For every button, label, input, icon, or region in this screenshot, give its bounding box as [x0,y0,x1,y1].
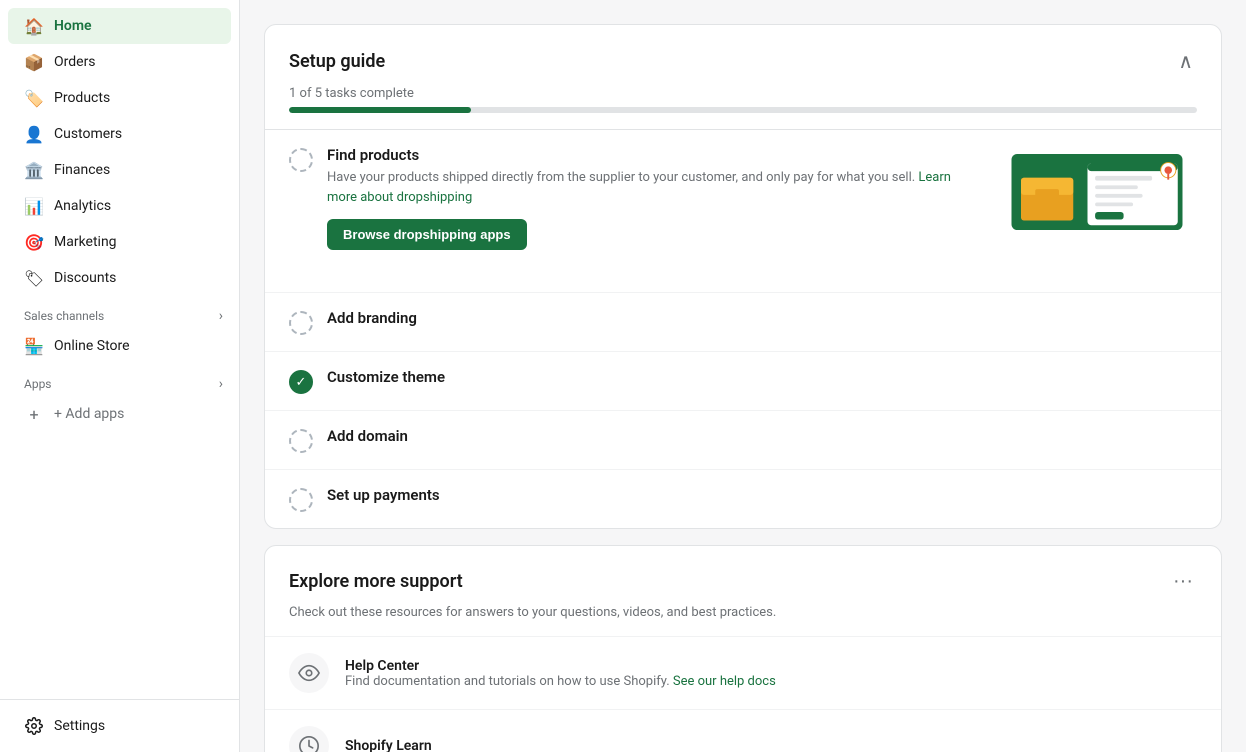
sidebar-item-label-marketing: Marketing [54,234,117,250]
add-apps-button[interactable]: + + Add apps [8,396,231,432]
task-circle-customize-theme: ✓ [289,370,313,394]
sales-channels-section: Sales channels › [0,296,239,328]
sidebar-item-finances[interactable]: 🏛️ Finances [8,152,231,188]
help-center-title: Help Center [345,658,776,674]
products-icon: 🏷️ [24,88,44,108]
sales-channels-label: Sales channels [24,309,104,323]
progress-bar-background [289,107,1197,113]
analytics-icon: 📊 [24,196,44,216]
apps-section: Apps › [0,364,239,396]
sidebar-item-home[interactable]: 🏠 Home [8,8,231,44]
task-title-add-branding: Add branding [327,309,1197,327]
sidebar: 🏠 Home 📦 Orders 🏷️ Products 👤 Customers … [0,0,240,752]
task-illustration-find-products [997,146,1197,276]
sidebar-item-label-analytics: Analytics [54,198,111,214]
sidebar-item-analytics[interactable]: 📊 Analytics [8,188,231,224]
task-item-find-products[interactable]: Find products Have your products shipped… [265,130,1221,293]
support-item-help-content: Help Center Find documentation and tutor… [345,658,776,689]
task-item-set-up-payments[interactable]: Set up payments [265,470,1221,528]
setup-guide-title: Setup guide [289,51,385,72]
setup-guide-header: Setup guide ∧ [265,25,1221,78]
task-item-customize-theme[interactable]: ✓ Customize theme [265,352,1221,411]
shopify-learn-icon [289,726,329,752]
task-content-set-up-payments: Set up payments [327,486,1197,508]
task-circle-add-domain [289,429,313,453]
sidebar-item-label-home: Home [54,18,92,34]
sidebar-item-label-orders: Orders [54,54,96,70]
apps-chevron: › [219,376,223,392]
explore-support-more-button[interactable]: ··· [1169,566,1197,597]
sidebar-item-online-store[interactable]: 🏪 Online Store [8,328,231,364]
online-store-icon: 🏪 [24,336,44,356]
finances-icon: 🏛️ [24,160,44,180]
shopify-learn-title: Shopify Learn [345,738,432,752]
sidebar-item-label-products: Products [54,90,110,106]
marketing-icon: 🎯 [24,232,44,252]
home-icon: 🏠 [24,16,44,36]
orders-icon: 📦 [24,52,44,72]
support-item-shopify-learn-content: Shopify Learn [345,738,432,752]
task-title-set-up-payments: Set up payments [327,486,1197,504]
sidebar-bottom: Settings [0,699,239,744]
add-apps-label: + Add apps [54,406,124,422]
task-circle-find-products [289,148,313,172]
settings-label: Settings [54,718,105,734]
task-title-customize-theme: Customize theme [327,368,1197,386]
task-title-add-domain: Add domain [327,427,1197,445]
settings-nav-item[interactable]: Settings [8,708,231,744]
explore-support-card: Explore more support ··· Check out these… [264,545,1222,752]
sidebar-item-orders[interactable]: 📦 Orders [8,44,231,80]
sidebar-item-discounts[interactable]: 🏷 Discounts [8,260,231,296]
task-desc-find-products: Have your products shipped directly from… [327,168,983,207]
apps-label: Apps [24,377,52,391]
sales-channels-chevron: › [219,308,223,324]
task-circle-set-up-payments [289,488,313,512]
discounts-icon: 🏷 [24,268,44,288]
progress-bar-fill [289,107,471,113]
progress-section: 1 of 5 tasks complete [265,78,1221,130]
task-content-add-domain: Add domain [327,427,1197,449]
task-content-find-products: Find products Have your products shipped… [327,146,983,250]
add-apps-icon: + [24,404,44,424]
sidebar-item-label-online-store: Online Store [54,338,130,354]
customers-icon: 👤 [24,124,44,144]
settings-icon [24,716,44,736]
help-center-icon [289,653,329,693]
task-list: Find products Have your products shipped… [265,130,1221,528]
task-item-add-domain[interactable]: Add domain [265,411,1221,470]
sidebar-item-products[interactable]: 🏷️ Products [8,80,231,116]
sidebar-item-customers[interactable]: 👤 Customers [8,116,231,152]
sidebar-item-label-discounts: Discounts [54,270,116,286]
setup-guide-card: Setup guide ∧ 1 of 5 tasks complete Find… [264,24,1222,529]
task-content-customize-theme: Customize theme [327,368,1197,390]
sidebar-item-marketing[interactable]: 🎯 Marketing [8,224,231,260]
support-item-help-center[interactable]: Help Center Find documentation and tutor… [265,636,1221,709]
main-content: Setup guide ∧ 1 of 5 tasks complete Find… [240,0,1246,752]
sidebar-item-label-finances: Finances [54,162,110,178]
support-item-shopify-learn[interactable]: Shopify Learn [265,709,1221,752]
help-docs-link[interactable]: See our help docs [673,674,776,689]
dropshipping-link[interactable]: Learn more about dropshipping [327,170,951,205]
task-title-find-products: Find products [327,146,983,164]
task-item-add-branding[interactable]: Add branding [265,293,1221,352]
setup-guide-collapse-button[interactable]: ∧ [1174,45,1197,78]
explore-support-desc: Check out these resources for answers to… [265,605,1221,636]
task-circle-add-branding [289,311,313,335]
progress-label: 1 of 5 tasks complete [289,86,1197,101]
sidebar-item-label-customers: Customers [54,126,122,142]
browse-dropshipping-button[interactable]: Browse dropshipping apps [327,219,527,250]
explore-support-title: Explore more support [289,571,463,592]
help-center-desc: Find documentation and tutorials on how … [345,674,776,689]
task-content-add-branding: Add branding [327,309,1197,331]
support-card-header: Explore more support ··· [265,546,1221,605]
